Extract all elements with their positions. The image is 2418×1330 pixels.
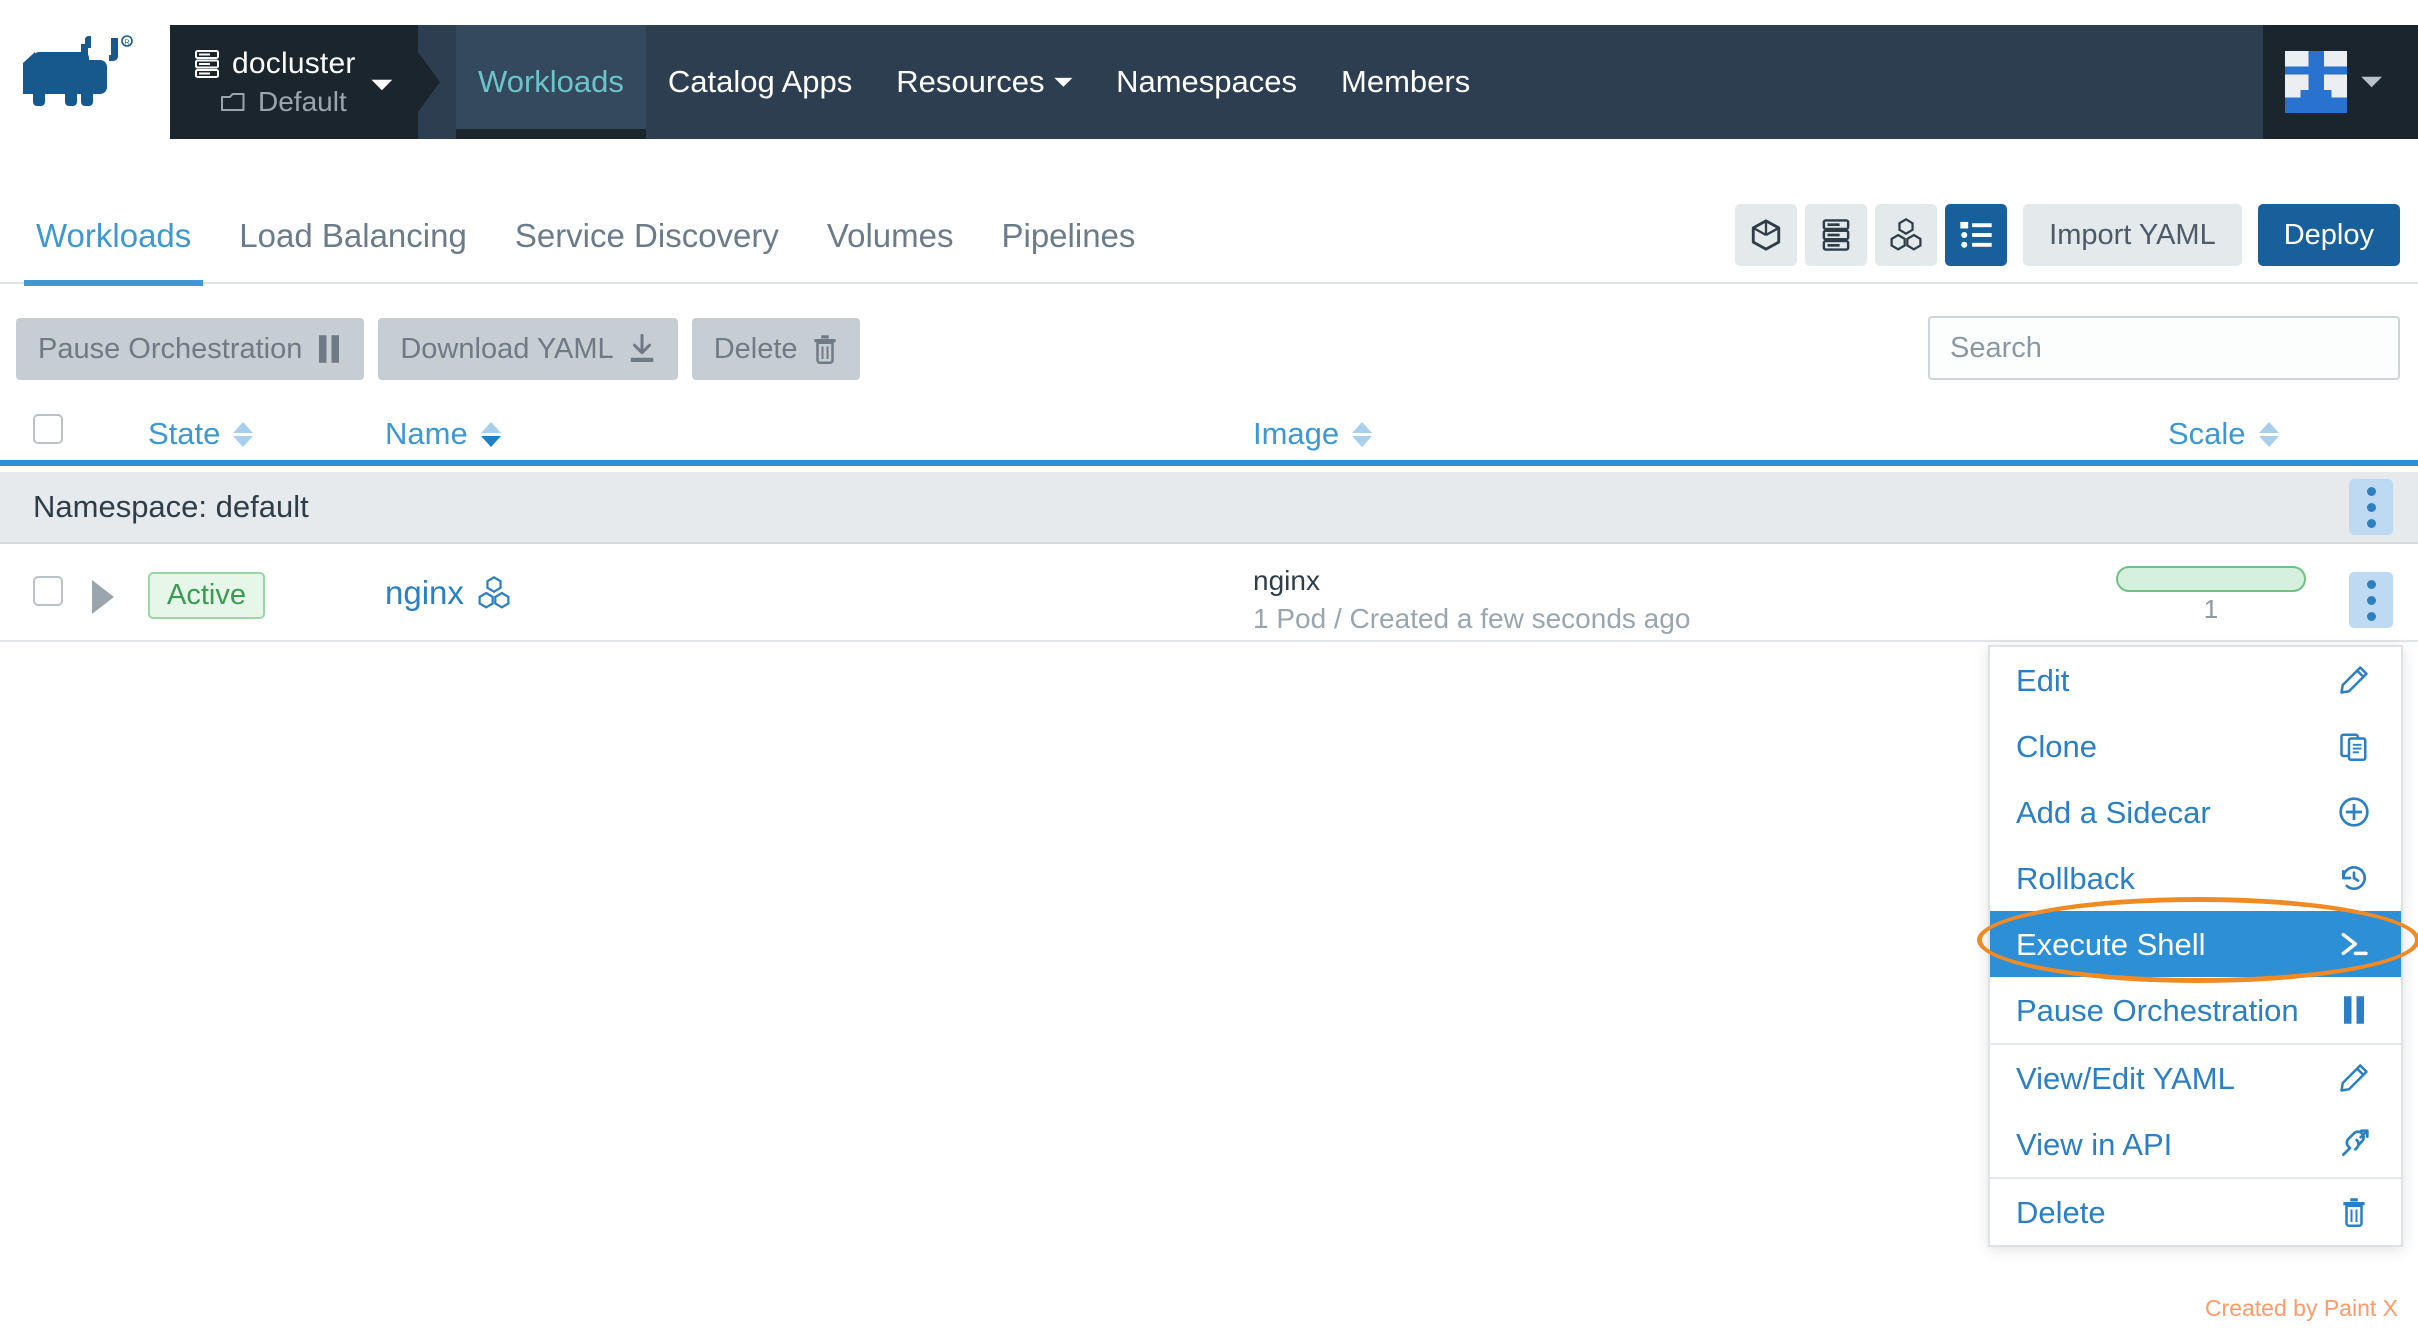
view-toggle-cube[interactable] bbox=[1735, 204, 1798, 266]
select-all-checkbox[interactable] bbox=[33, 414, 63, 444]
menu-item-rollback[interactable]: Rollback bbox=[1990, 845, 2401, 911]
sort-arrows-icon bbox=[480, 421, 501, 447]
menu-item-execute-shell[interactable]: Execute Shell bbox=[1990, 911, 2401, 977]
chevron-down-icon: ⏷ bbox=[371, 69, 392, 99]
pencil-icon bbox=[2333, 665, 2375, 695]
row-checkbox-wrap bbox=[33, 576, 63, 606]
tab-pipelines[interactable]: Pipelines bbox=[977, 188, 1159, 284]
top-header: R docluster Default ⏷ Workloads Catalog … bbox=[0, 0, 2418, 142]
clipboard-copy-icon bbox=[2333, 731, 2375, 761]
primary-nav: Workloads Catalog Apps Resources ⏷ Names… bbox=[418, 25, 1492, 139]
section-tabs-bar: Workloads Load Balancing Service Discove… bbox=[0, 188, 2418, 286]
server-stack-icon bbox=[1822, 219, 1850, 251]
image-name: nginx bbox=[1253, 565, 1320, 596]
column-header-name[interactable]: Name bbox=[385, 416, 501, 452]
header-nav-band: docluster Default ⏷ Workloads Catalog Ap… bbox=[170, 25, 2418, 139]
view-toggle-nodes[interactable] bbox=[1875, 204, 1938, 266]
tab-workloads[interactable]: Workloads bbox=[12, 188, 215, 286]
row-scale-cell: 1 bbox=[2116, 566, 2306, 625]
workload-name-link[interactable]: nginx bbox=[385, 574, 464, 612]
plus-circle-icon bbox=[2333, 796, 2375, 828]
view-mode-toggle-group bbox=[1735, 204, 2008, 266]
menu-item-clone[interactable]: Clone bbox=[1990, 713, 2401, 779]
menu-item-view-edit-yaml[interactable]: View/Edit YAML bbox=[1990, 1045, 2401, 1111]
column-header-scale[interactable]: Scale bbox=[2168, 416, 2279, 452]
server-rack-icon bbox=[195, 49, 219, 78]
workload-icon bbox=[478, 576, 510, 609]
row-checkbox[interactable] bbox=[33, 576, 63, 606]
namespace-group-row: Namespace: default bbox=[0, 472, 2418, 544]
row-actions-menu-button[interactable] bbox=[2349, 572, 2393, 628]
project-name: Default bbox=[258, 85, 347, 117]
column-header-image[interactable]: Image bbox=[1253, 416, 1373, 452]
watermark: Created by Paint X bbox=[2204, 1295, 2398, 1321]
cluster-selector-arrow bbox=[418, 52, 440, 112]
import-yaml-button[interactable]: Import YAML bbox=[2023, 204, 2242, 266]
tabs-right-actions: Import YAML Deploy bbox=[1735, 204, 2400, 266]
expand-row-icon[interactable] bbox=[92, 580, 114, 614]
download-yaml-button[interactable]: Download YAML bbox=[378, 318, 678, 380]
view-toggle-server[interactable] bbox=[1805, 204, 1868, 266]
chevron-down-icon: ⏷ bbox=[1054, 69, 1073, 94]
svg-text:R: R bbox=[124, 40, 129, 47]
nav-item-resources[interactable]: Resources ⏷ bbox=[874, 25, 1094, 139]
user-identicon-avatar bbox=[2285, 51, 2347, 113]
pause-icon bbox=[319, 335, 340, 363]
pencil-icon bbox=[2333, 1063, 2375, 1093]
trash-icon bbox=[2333, 1197, 2375, 1227]
sort-arrows-icon bbox=[233, 421, 254, 447]
list-view-icon bbox=[1960, 221, 1992, 248]
menu-item-add-a-sidecar[interactable]: Add a Sidecar bbox=[1990, 779, 2401, 845]
nodes-cluster-icon bbox=[1890, 218, 1922, 251]
chevron-down-icon: ⏷ bbox=[2361, 66, 2382, 96]
scale-progress-bar bbox=[2116, 566, 2306, 592]
namespace-actions-menu-button[interactable] bbox=[2349, 479, 2393, 535]
rancher-cow-logo: R bbox=[23, 35, 133, 106]
menu-item-delete[interactable]: Delete bbox=[1990, 1179, 2401, 1245]
nav-item-workloads[interactable]: Workloads bbox=[456, 25, 646, 139]
namespace-group-label: Namespace: default bbox=[33, 489, 309, 524]
image-subtext: 1 Pod / Created a few seconds ago bbox=[1253, 602, 1691, 634]
nav-item-members[interactable]: Members bbox=[1319, 25, 1492, 139]
menu-item-pause-orchestration[interactable]: Pause Orchestration bbox=[1990, 977, 2401, 1043]
history-clock-icon bbox=[2333, 862, 2375, 894]
cluster-name: docluster bbox=[232, 46, 356, 80]
search-input[interactable] bbox=[1928, 316, 2400, 380]
api-link-icon bbox=[2333, 1128, 2375, 1160]
section-tabs: Workloads Load Balancing Service Discove… bbox=[12, 188, 1159, 286]
terminal-icon bbox=[2333, 928, 2375, 960]
table-header: State Name Image Scale bbox=[0, 404, 2418, 466]
select-all-checkbox-wrap bbox=[33, 414, 63, 444]
sort-arrows-icon bbox=[2258, 421, 2279, 447]
user-menu[interactable]: ⏷ bbox=[2263, 25, 2418, 139]
tab-service-discovery[interactable]: Service Discovery bbox=[491, 188, 803, 284]
view-toggle-list[interactable] bbox=[1945, 204, 2008, 266]
bulk-actions: Pause Orchestration Download YAML Delete bbox=[16, 318, 860, 380]
pause-orchestration-button[interactable]: Pause Orchestration bbox=[16, 318, 365, 380]
delete-button[interactable]: Delete bbox=[691, 318, 860, 380]
nav-item-catalog-apps[interactable]: Catalog Apps bbox=[646, 25, 874, 139]
sort-arrows-icon bbox=[1352, 421, 1373, 447]
tab-volumes[interactable]: Volumes bbox=[803, 188, 978, 284]
rancher-logo[interactable]: R bbox=[10, 26, 160, 116]
folder-icon bbox=[221, 92, 245, 111]
table-row: Active nginx nginx 1 Pod / Created a few… bbox=[0, 544, 2418, 642]
bulk-action-bar: Pause Orchestration Download YAML Delete bbox=[0, 316, 2418, 396]
scale-count: 1 bbox=[2203, 594, 2219, 624]
trash-icon bbox=[813, 335, 836, 364]
deploy-button[interactable]: Deploy bbox=[2257, 204, 2400, 266]
row-name-cell: nginx bbox=[385, 574, 511, 612]
column-header-state[interactable]: State bbox=[148, 416, 254, 452]
pause-icon bbox=[2333, 995, 2375, 1025]
menu-item-edit[interactable]: Edit bbox=[1990, 647, 2401, 713]
row-image-cell: nginx 1 Pod / Created a few seconds ago bbox=[1253, 562, 1690, 638]
cube-icon bbox=[1752, 219, 1781, 251]
row-context-menu: Edit Clone Add a Sidecar Rollback Execut… bbox=[1988, 645, 2403, 1247]
status-badge: Active bbox=[148, 572, 265, 619]
nav-item-namespaces[interactable]: Namespaces bbox=[1094, 25, 1319, 139]
cluster-project-selector[interactable]: docluster Default ⏷ bbox=[170, 25, 418, 139]
menu-item-view-in-api[interactable]: View in API bbox=[1990, 1111, 2401, 1177]
download-icon bbox=[630, 334, 653, 362]
tab-load-balancing[interactable]: Load Balancing bbox=[215, 188, 491, 284]
